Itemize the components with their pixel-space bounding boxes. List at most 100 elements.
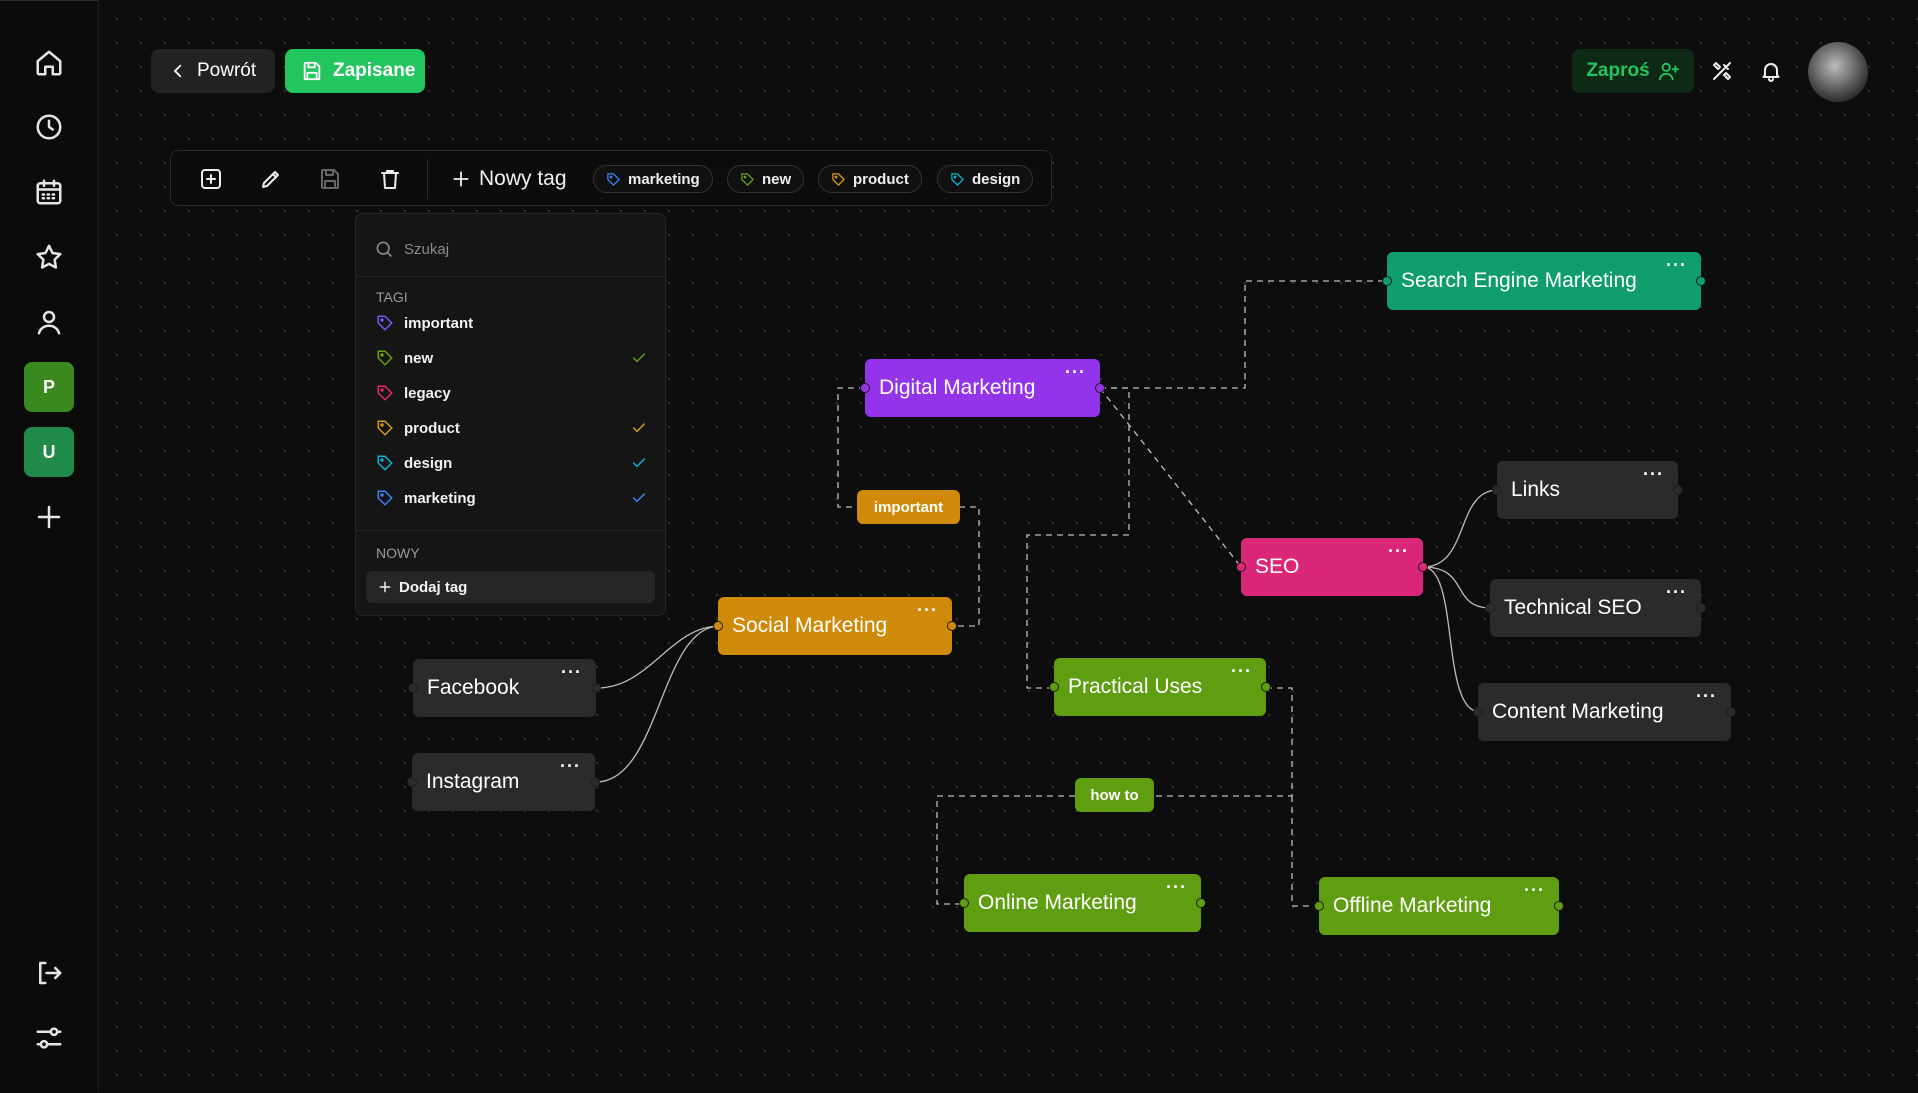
node-label: Social Marketing [732, 614, 888, 637]
tag-option-legacy[interactable]: legacy [376, 378, 647, 408]
node-port-in[interactable] [407, 777, 417, 787]
node-port-in[interactable] [1236, 562, 1246, 572]
node-menu-icon[interactable]: ··· [1524, 881, 1545, 899]
plus-icon [379, 581, 391, 593]
tag-search-placeholder: Szukaj [404, 240, 450, 258]
tools-icon[interactable] [1707, 56, 1737, 86]
check-icon [632, 423, 646, 433]
node-port-out[interactable] [1196, 898, 1206, 908]
tag-option-new[interactable]: new [376, 343, 647, 373]
node-menu-icon[interactable]: ··· [560, 757, 581, 775]
node-port-in[interactable] [959, 898, 969, 908]
new-tag-label: Nowy tag [479, 167, 567, 190]
node-search-engine-marketing[interactable]: Search Engine Marketing ··· [1382, 252, 1706, 310]
node-port-out[interactable] [1696, 276, 1706, 286]
node-label: Online Marketing [978, 891, 1137, 914]
tag-chip-product[interactable]: product [818, 165, 922, 193]
node-online-marketing[interactable]: Online Marketing ··· [959, 874, 1206, 932]
node-links[interactable]: Links ··· [1492, 461, 1683, 519]
node-port-in[interactable] [713, 621, 723, 631]
workspace-u-badge[interactable]: U [24, 427, 74, 477]
node-port-out[interactable] [1726, 707, 1736, 717]
node-label: Offline Marketing [1333, 894, 1492, 917]
node-port-in[interactable] [1473, 707, 1483, 717]
node-offline-marketing[interactable]: Offline Marketing ··· [1314, 877, 1564, 935]
node-label: Practical Uses [1068, 675, 1203, 698]
node-menu-icon[interactable]: ··· [1643, 465, 1664, 483]
logout-icon[interactable] [29, 953, 69, 993]
tag-chip-design[interactable]: design [937, 165, 1034, 193]
node-facebook[interactable]: Facebook ··· [408, 659, 601, 717]
save-disabled-icon[interactable] [315, 164, 345, 194]
node-menu-icon[interactable]: ··· [1166, 878, 1187, 896]
node-port-in[interactable] [1382, 276, 1392, 286]
tag-option-product[interactable]: product [376, 413, 647, 443]
node-port-in[interactable] [1314, 901, 1324, 911]
avatar[interactable] [1808, 42, 1868, 102]
saved-button[interactable]: Zapisane [285, 49, 425, 93]
node-port-in[interactable] [408, 683, 418, 693]
tag-option-important[interactable]: important [376, 308, 647, 338]
node-port-in[interactable] [1492, 485, 1502, 495]
node-port-out[interactable] [1554, 901, 1564, 911]
node-menu-icon[interactable]: ··· [1388, 542, 1409, 560]
trash-icon[interactable] [375, 164, 405, 194]
node-label: Content Marketing [1492, 700, 1664, 723]
node-practical-uses[interactable]: Practical Uses ··· [1049, 658, 1271, 716]
node-content-marketing[interactable]: Content Marketing ··· [1473, 683, 1736, 741]
node-port-out[interactable] [1261, 682, 1271, 692]
tag-icon [377, 420, 393, 436]
settings-sliders-icon[interactable] [29, 1018, 69, 1058]
pencil-icon[interactable] [256, 164, 286, 194]
edge-label-how-to[interactable]: how to [1075, 778, 1154, 812]
bell-icon[interactable] [1756, 56, 1786, 86]
node-port-out[interactable] [590, 777, 600, 787]
tag-icon [607, 172, 621, 186]
node-port-in[interactable] [860, 383, 870, 393]
node-port-in[interactable] [1049, 682, 1059, 692]
add-tag-button[interactable]: Dodaj tag [366, 571, 655, 603]
node-port-out[interactable] [1673, 485, 1683, 495]
edge-label-important[interactable]: important [857, 490, 960, 524]
node-menu-icon[interactable]: ··· [1666, 256, 1687, 274]
tag-option-label: design [404, 454, 453, 472]
node-seo[interactable]: SEO ··· [1236, 538, 1428, 596]
node-technical-seo[interactable]: Technical SEO ··· [1485, 579, 1706, 637]
invite-button[interactable]: Zaproś [1572, 49, 1694, 93]
node-port-out[interactable] [1095, 383, 1105, 393]
node-port-out[interactable] [591, 683, 601, 693]
node-port-in[interactable] [1485, 603, 1495, 613]
node-social-marketing[interactable]: Social Marketing ··· [713, 597, 957, 655]
node-label: Facebook [427, 676, 520, 699]
add-node-icon[interactable] [196, 164, 226, 194]
back-button[interactable]: Powrót [151, 49, 275, 93]
tag-chip-new[interactable]: new [727, 165, 805, 193]
clock-icon[interactable] [29, 107, 69, 147]
node-menu-icon[interactable]: ··· [561, 663, 582, 681]
calendar-icon[interactable] [29, 172, 69, 212]
node-menu-icon[interactable]: ··· [1231, 662, 1252, 680]
tag-option-label: new [404, 349, 434, 367]
node-menu-icon[interactable]: ··· [1696, 687, 1717, 705]
node-menu-icon[interactable]: ··· [917, 601, 938, 619]
node-menu-icon[interactable]: ··· [1065, 363, 1086, 381]
plus-icon[interactable] [29, 497, 69, 537]
tag-chip-marketing[interactable]: marketing [593, 165, 713, 193]
new-tag-button[interactable]: Nowy tag [451, 164, 567, 194]
tag-option-marketing[interactable]: marketing [376, 483, 647, 513]
home-icon[interactable] [29, 43, 69, 83]
node-port-out[interactable] [1696, 603, 1706, 613]
star-icon[interactable] [29, 237, 69, 277]
node-port-out[interactable] [947, 621, 957, 631]
user-plus-icon [1658, 62, 1679, 81]
tag-search-field[interactable]: Szukaj [374, 234, 644, 264]
node-port-out[interactable] [1418, 562, 1428, 572]
workspace-p-badge[interactable]: P [24, 362, 74, 412]
node-digital-marketing[interactable]: Digital Marketing ··· [860, 359, 1105, 417]
tag-option-design[interactable]: design [376, 448, 647, 478]
tag-icon [377, 385, 393, 401]
tag-option-label: important [404, 314, 474, 332]
node-menu-icon[interactable]: ··· [1666, 583, 1687, 601]
node-instagram[interactable]: Instagram ··· [407, 753, 600, 811]
user-icon[interactable] [29, 302, 69, 342]
